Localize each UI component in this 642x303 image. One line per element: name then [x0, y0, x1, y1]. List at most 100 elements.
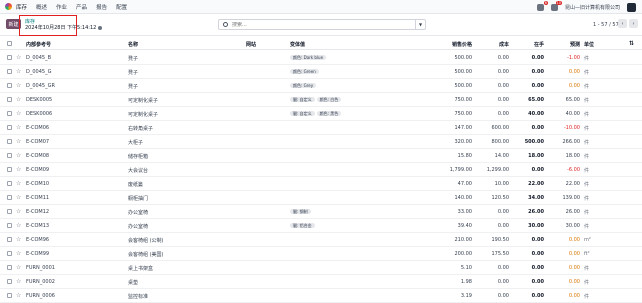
- search-input[interactable]: [232, 21, 412, 28]
- star-icon[interactable]: ☆: [16, 54, 21, 61]
- table-row[interactable]: ☆ E-COM12 办公室椅 腿: 钢制 33.00 0.00 26.00 26.00 件: [0, 205, 642, 219]
- row-checkbox[interactable]: [7, 293, 12, 298]
- row-checkbox[interactable]: [7, 139, 12, 144]
- star-icon[interactable]: ☆: [16, 194, 21, 201]
- pager-value[interactable]: 1 - 57 / 57: [593, 22, 619, 28]
- column-header-onhand[interactable]: 在手: [515, 41, 544, 48]
- user-avatar[interactable]: [627, 2, 636, 12]
- star-icon[interactable]: ☆: [16, 110, 21, 117]
- table-row[interactable]: ☆ D_0045_B 凳子 颜色: Dark blue 500.00 0.00 0.00 -1…: [0, 51, 642, 65]
- cell-cost: 120.50: [491, 195, 510, 201]
- pager-next-button[interactable]: ›: [629, 19, 638, 28]
- row-checkbox[interactable]: [7, 97, 12, 102]
- table-row[interactable]: ☆ DESK0005 可定制化桌子 腿: 自定义 颜色: 白色 750.00 0.00 65.…: [0, 93, 642, 107]
- row-checkbox[interactable]: [7, 279, 12, 284]
- cell-onhand: 0.00: [531, 251, 544, 257]
- messages-icon[interactable]: 6: [536, 0, 548, 11]
- row-checkbox[interactable]: [7, 167, 12, 172]
- table-row[interactable]: ☆ DESK0006 可定制化桌子 腿: 自定义 颜色: 黑色 750.00 0.00 40.…: [0, 107, 642, 121]
- row-checkbox[interactable]: [7, 69, 12, 74]
- column-header-ref[interactable]: 内部参考号: [26, 41, 51, 48]
- cell-cost: 190.50: [491, 237, 510, 243]
- row-checkbox[interactable]: [7, 83, 12, 88]
- row-checkbox[interactable]: [7, 223, 12, 228]
- app-menu-icon[interactable]: [5, 3, 12, 10]
- star-icon[interactable]: ☆: [16, 236, 21, 243]
- pager-previous-button[interactable]: ‹: [618, 19, 627, 28]
- column-header-forecast[interactable]: 预测: [550, 41, 580, 48]
- row-checkbox[interactable]: [7, 251, 12, 256]
- star-icon[interactable]: ☆: [16, 208, 21, 215]
- row-checkbox[interactable]: [7, 181, 12, 186]
- row-checkbox[interactable]: [7, 209, 12, 214]
- gear-icon[interactable]: [98, 25, 103, 30]
- cell-name: 大柜子: [128, 140, 144, 146]
- cell-ref: E-COM06: [26, 125, 50, 131]
- cell-ref: E-COM12: [26, 209, 50, 215]
- star-icon[interactable]: ☆: [16, 264, 21, 271]
- row-checkbox[interactable]: [7, 153, 12, 158]
- cell-cost: 0.00: [497, 111, 509, 117]
- select-all-checkbox[interactable]: [7, 41, 12, 46]
- table-row[interactable]: ☆ D_0045_G 凳子 颜色: Green 500.00 0.00 0.00 0.00 件: [0, 65, 642, 79]
- cell-price: 320.00: [454, 139, 473, 145]
- table-row[interactable]: ☆ E-COM08 储存柜箱 15.80 14.00 18.00 18.00 件: [0, 149, 642, 163]
- menu-item-reports[interactable]: 报告: [96, 3, 107, 11]
- table-row[interactable]: ☆ E-COM06 右转角桌子 147.00 600.00 0.00 -10.00 件: [0, 121, 642, 135]
- variant-tag: 颜色: 黑色: [316, 111, 342, 116]
- table-row[interactable]: ☆ FURN_0006 监控标准 3.19 0.00 0.00 0.00 件: [0, 289, 642, 303]
- column-header-name[interactable]: 名称: [128, 41, 138, 48]
- row-checkbox[interactable]: [7, 195, 12, 200]
- table-row[interactable]: ☆ D_0045_GR 凳子 颜色: Grey 500.00 0.00 0.00 0.00 件: [0, 79, 642, 93]
- cell-unit: 件: [584, 56, 590, 62]
- star-icon[interactable]: ☆: [16, 278, 21, 285]
- app-name[interactable]: 库存: [16, 3, 27, 11]
- search-options-toggle[interactable]: ▼: [415, 20, 425, 29]
- table-row[interactable]: ☆ E-COM07 大柜子 320.00 800.00 500.00 266.00 件: [0, 135, 642, 149]
- star-icon[interactable]: ☆: [16, 68, 21, 75]
- star-icon[interactable]: ☆: [16, 138, 21, 145]
- activity-clock-icon[interactable]: 10: [550, 0, 562, 11]
- column-header-variants[interactable]: 变体值: [290, 41, 305, 48]
- star-icon[interactable]: ☆: [16, 124, 21, 131]
- table-row[interactable]: ☆ E-COM99 会客椅组 (美国) 200.00 175.50 0.00 0.00 ft²: [0, 247, 642, 261]
- cell-onhand: 65.00: [528, 97, 544, 103]
- cell-unit: 件: [584, 196, 590, 202]
- cell-price: 500.00: [454, 69, 473, 75]
- star-icon[interactable]: ☆: [16, 166, 21, 173]
- star-icon[interactable]: ☆: [16, 82, 21, 89]
- row-checkbox[interactable]: [7, 265, 12, 270]
- table-row[interactable]: ☆ E-COM09 大会议台 1,799.00 1,299.00 0.00 -6.00 件: [0, 163, 642, 177]
- menu-item-products[interactable]: 产品: [76, 3, 87, 11]
- column-header-cost[interactable]: 成本: [480, 41, 509, 48]
- row-checkbox[interactable]: [7, 125, 12, 130]
- row-checkbox[interactable]: [7, 111, 12, 116]
- table-row[interactable]: ☆ FURN_0001 桌上书架盒 5.10 0.00 0.00 0.00 件: [0, 261, 642, 275]
- table-row[interactable]: ☆ FURN_0002 桌垫 1.98 0.00 0.00 0.00 件: [0, 275, 642, 289]
- cell-cost: 0.00: [497, 293, 509, 299]
- menu-item-overview[interactable]: 概述: [36, 3, 47, 11]
- star-icon[interactable]: ☆: [16, 96, 21, 103]
- column-header-unit[interactable]: 单位: [584, 41, 594, 48]
- company-switcher[interactable]: 昆山—旧计算机有限公司: [565, 4, 620, 11]
- activity-badge: 10: [555, 0, 562, 5]
- column-header-price[interactable]: 销售价格: [440, 41, 472, 48]
- menu-item-operations[interactable]: 作业: [56, 3, 67, 11]
- star-icon[interactable]: ☆: [16, 250, 21, 257]
- menu-item-configuration[interactable]: 配置: [116, 3, 127, 11]
- row-checkbox[interactable]: [7, 237, 12, 242]
- star-icon[interactable]: ☆: [16, 222, 21, 229]
- table-row[interactable]: ☆ E-COM10 废纸篓 47.00 10.00 22.00 22.00 件: [0, 177, 642, 191]
- star-icon[interactable]: ☆: [16, 180, 21, 187]
- row-checkbox[interactable]: [7, 55, 12, 60]
- table-row[interactable]: ☆ E-COM96 会客椅组 (公制) 210.00 190.50 0.00 0.00 m²: [0, 233, 642, 247]
- star-icon[interactable]: ☆: [16, 292, 21, 299]
- table-row[interactable]: ☆ E-COM11 橱柜抽门 140.00 120.50 34.00 139.00 件: [0, 191, 642, 205]
- column-header-website[interactable]: 网站: [246, 41, 256, 48]
- cell-ref: E-COM96: [26, 237, 50, 243]
- table-row[interactable]: ☆ E-COM13 办公室椅 腿: 铝合金 39.40 0.00 30.00 30.00 件: [0, 219, 642, 233]
- optional-columns-icon[interactable]: ⇅: [629, 40, 634, 47]
- star-icon[interactable]: ☆: [16, 152, 21, 159]
- top-menu: 概述 作业 产品 报告 配置: [36, 3, 127, 11]
- cell-ref: D_0045_B: [26, 55, 52, 61]
